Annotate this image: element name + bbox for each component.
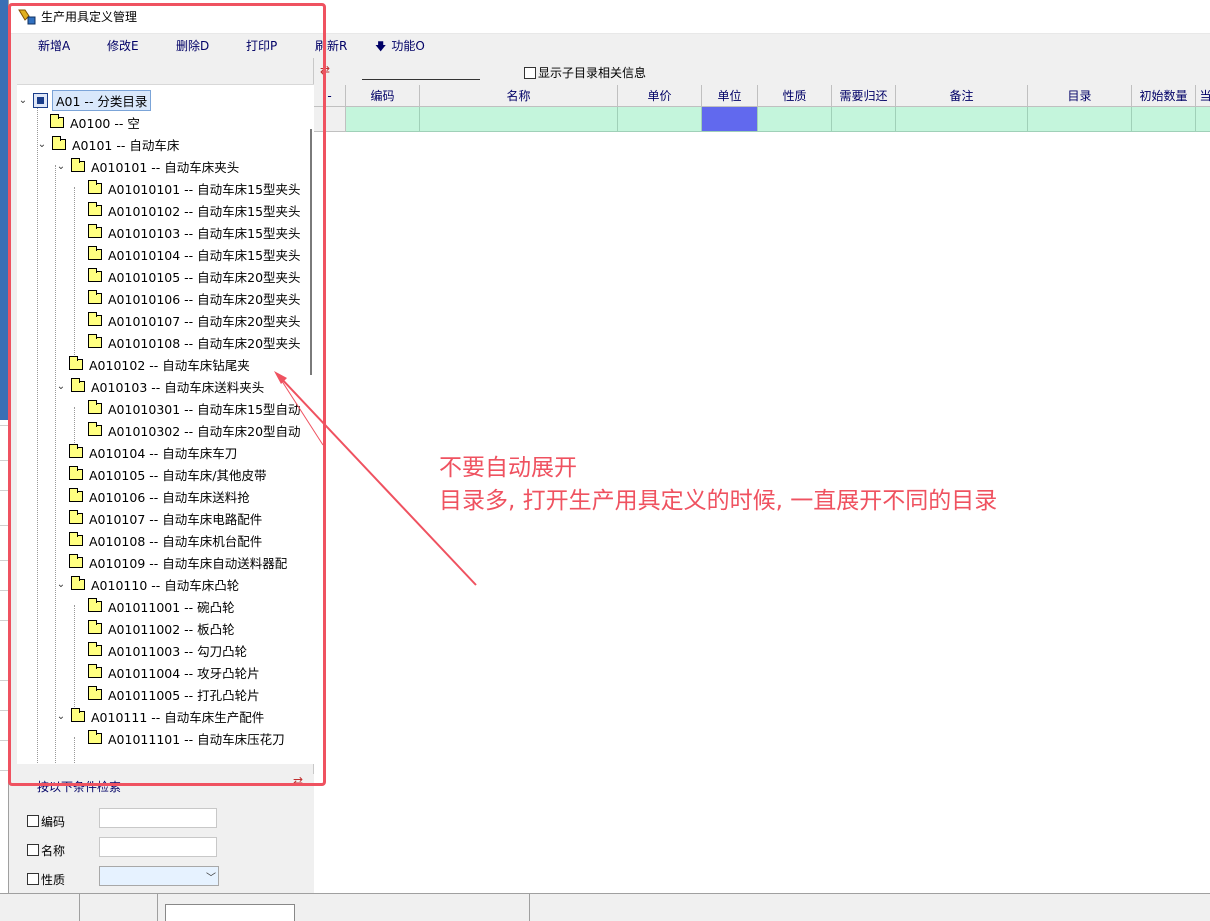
grid-column-header[interactable]: 当 bbox=[1196, 85, 1210, 107]
status-segment bbox=[0, 894, 80, 921]
annotation-line-1: 不要自动展开 bbox=[439, 455, 577, 481]
background-app-strip bbox=[0, 0, 8, 420]
nature-filter-select[interactable]: ﹀ bbox=[99, 866, 219, 886]
function-button[interactable]: 🡇 功能O bbox=[375, 37, 425, 57]
grid-column-header[interactable]: 初始数量 bbox=[1132, 85, 1196, 107]
grid-cell[interactable] bbox=[420, 107, 618, 132]
nature-filter-label: 性质 bbox=[41, 872, 66, 887]
code-filter-input[interactable] bbox=[99, 808, 217, 828]
show-sub-checkbox[interactable] bbox=[524, 66, 536, 79]
background-gridline bbox=[0, 460, 8, 461]
background-gridline bbox=[0, 620, 8, 621]
grid-column-header[interactable]: 单价 bbox=[618, 85, 702, 107]
background-gridline bbox=[0, 525, 8, 526]
grid-column-header[interactable]: 编码 bbox=[346, 85, 420, 107]
taskbar-tab[interactable] bbox=[165, 904, 295, 921]
background-gridline bbox=[0, 560, 8, 561]
detail-path-field[interactable] bbox=[362, 79, 480, 80]
show-sub-label: 显示子目录相关信息 bbox=[538, 66, 647, 80]
status-segment bbox=[300, 894, 530, 921]
status-bar bbox=[0, 893, 1210, 921]
grid-cell[interactable] bbox=[1028, 107, 1132, 132]
arrow-down-icon: 🡇 bbox=[375, 40, 387, 53]
grid-column-header[interactable]: 需要归还 bbox=[832, 85, 896, 107]
search-panel: 按以下条件检索 ⇄ 编码 名称 性质 ﹀ bbox=[17, 774, 314, 893]
background-gridline bbox=[0, 490, 8, 491]
nature-filter-row: 性质 bbox=[27, 869, 65, 889]
detail-toolbar: ⇄ 显示子目录相关信息 bbox=[314, 58, 1210, 85]
code-filter-checkbox[interactable] bbox=[27, 815, 39, 827]
grid-cell[interactable] bbox=[1196, 107, 1210, 132]
grid-cell-selected[interactable] bbox=[702, 107, 758, 132]
annotation-line-2: 目录多, 打开生产用具定义的时候, 一直展开不同的目录 bbox=[439, 488, 998, 514]
name-filter-checkbox[interactable] bbox=[27, 844, 39, 856]
background-gridline bbox=[0, 770, 8, 771]
annotation-highlight-box bbox=[8, 3, 326, 786]
background-gridline bbox=[0, 425, 8, 426]
grid-column-header[interactable]: 名称 bbox=[420, 85, 618, 107]
code-filter-label: 编码 bbox=[41, 814, 66, 829]
grid-cell[interactable] bbox=[1132, 107, 1196, 132]
show-sub-toggle[interactable]: 显示子目录相关信息 bbox=[524, 64, 646, 81]
status-segment bbox=[80, 894, 158, 921]
background-app bbox=[0, 0, 8, 921]
background-gridline bbox=[0, 590, 8, 591]
grid-cell[interactable] bbox=[896, 107, 1028, 132]
chevron-down-icon: ﹀ bbox=[206, 873, 216, 884]
name-filter-row: 名称 bbox=[27, 840, 65, 860]
background-gridline bbox=[0, 710, 8, 711]
background-gridline bbox=[0, 680, 8, 681]
grid-cell[interactable] bbox=[346, 107, 420, 132]
grid-cell[interactable] bbox=[832, 107, 896, 132]
name-filter-input[interactable] bbox=[99, 837, 217, 857]
grid-cell[interactable] bbox=[618, 107, 702, 132]
function-button-label: 功能O bbox=[391, 39, 425, 53]
annotation-note: 不要自动展开 目录多, 打开生产用具定义的时候, 一直展开不同的目录 bbox=[439, 452, 997, 518]
grid-column-header[interactable]: 性质 bbox=[758, 85, 832, 107]
code-filter-row: 编码 bbox=[27, 811, 65, 831]
nature-filter-checkbox[interactable] bbox=[27, 873, 39, 885]
grid-column-header[interactable]: 备注 bbox=[896, 85, 1028, 107]
name-filter-label: 名称 bbox=[41, 843, 66, 858]
grid-column-header[interactable]: 目录 bbox=[1028, 85, 1132, 107]
grid-column-header[interactable]: 单位 bbox=[702, 85, 758, 107]
grid-cell[interactable] bbox=[758, 107, 832, 132]
background-gridline bbox=[0, 740, 8, 741]
